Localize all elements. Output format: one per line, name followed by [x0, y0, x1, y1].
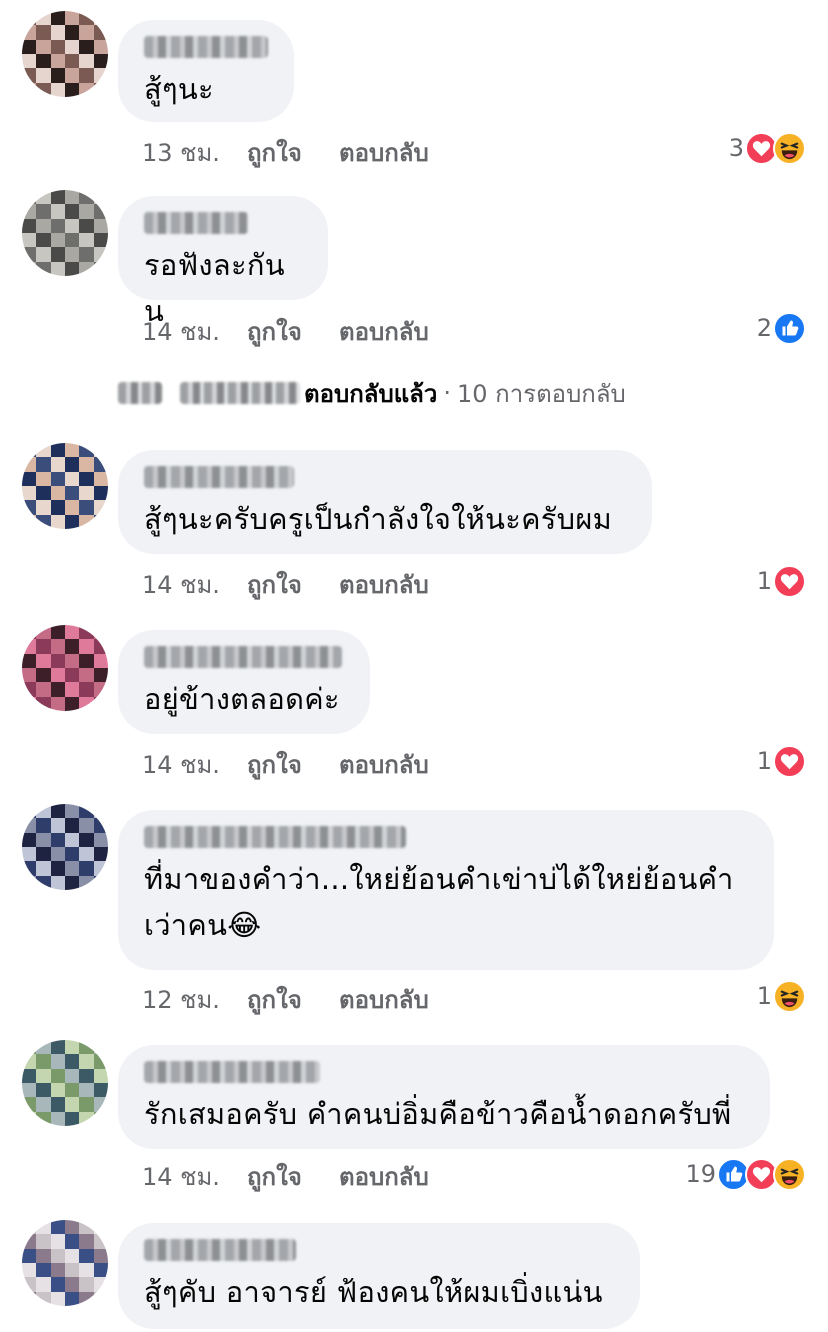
love-reaction-icon	[773, 564, 806, 598]
avatar[interactable]	[22, 804, 108, 890]
author-name-blurred[interactable]	[144, 1061, 320, 1083]
comment-text: รักเสมอครับ คำคนบ่อิ่มคือข้าวคือน้ำดอกคร…	[144, 1097, 732, 1131]
haha-reaction-icon	[773, 131, 806, 165]
reaction-count: 1	[756, 982, 772, 1010]
reaction-summary[interactable]: 1	[757, 563, 806, 599]
replier-name-blurred	[180, 382, 300, 404]
comment-meta: 14 ชม. ถูกใจ ตอบกลับ	[142, 313, 429, 349]
comment-meta: 14 ชม. ถูกใจ ตอบกลับ	[142, 566, 429, 602]
haha-reaction-icon	[773, 1157, 806, 1191]
reaction-summary[interactable]: 19	[685, 1156, 806, 1192]
author-name-blurred[interactable]	[144, 1239, 296, 1261]
reaction-count: 2	[756, 314, 772, 342]
avatar[interactable]	[22, 1220, 108, 1306]
reply-button[interactable]: ตอบกลับ	[339, 1157, 429, 1196]
comment-bubble: สู้ๆคับ อาจารย์ ฟ้องคนให้ผมเบิ่งแน่น	[118, 1223, 640, 1329]
reaction-summary[interactable]: 1	[757, 743, 806, 779]
reaction-count: 1	[756, 567, 772, 595]
avatar[interactable]	[22, 1040, 108, 1126]
reaction-summary[interactable]: 3	[729, 130, 806, 166]
reaction-count: 3	[728, 134, 744, 162]
reply-button[interactable]: ตอบกลับ	[339, 980, 429, 1019]
reply-button[interactable]: ตอบกลับ	[339, 312, 429, 351]
author-name-blurred[interactable]	[144, 826, 406, 848]
like-button[interactable]: ถูกใจ	[247, 1157, 339, 1196]
reaction-summary[interactable]: 1	[757, 978, 806, 1014]
separator: ·	[443, 379, 451, 407]
comment-bubble: รอฟังละกันน	[118, 196, 328, 328]
comment-time[interactable]: 14 ชม.	[142, 312, 247, 351]
avatar[interactable]	[22, 443, 108, 529]
like-button[interactable]: ถูกใจ	[247, 133, 339, 172]
comment-time[interactable]: 13 ชม.	[142, 133, 247, 172]
replied-label: ตอบกลับแล้ว	[304, 379, 438, 408]
reaction-summary[interactable]: 2	[757, 310, 806, 346]
avatar[interactable]	[22, 11, 108, 97]
comment-bubble: อยู่ข้างตลอดค่ะ	[118, 630, 370, 734]
comment-bubble: สู้ๆนะครับครูเป็นกำลังใจให้นะครับผม	[118, 450, 652, 554]
reply-count: 10 การตอบกลับ	[457, 379, 626, 408]
reaction-count: 19	[685, 1160, 716, 1188]
reaction-count: 1	[756, 747, 772, 775]
comment-meta: 14 ชม. ถูกใจ ตอบกลับ	[142, 746, 429, 782]
author-name-blurred[interactable]	[144, 466, 294, 488]
comment-text: ที่มาของคำว่า...ใหย่ย้อนคำเข่าบ่ได้ใหย่ย…	[144, 862, 734, 942]
reply-button[interactable]: ตอบกลับ	[339, 745, 429, 784]
like-button[interactable]: ถูกใจ	[247, 312, 339, 351]
view-replies-link[interactable]: ตอบกลับแล้ว · 10 การตอบกลับ	[118, 376, 626, 410]
avatar[interactable]	[22, 625, 108, 711]
comment-meta: 14 ชม. ถูกใจ ตอบกลับ	[142, 1158, 429, 1194]
comment-time[interactable]: 12 ชม.	[142, 980, 247, 1019]
comment-text: สู้ๆนะครับครูเป็นกำลังใจให้นะครับผม	[144, 502, 613, 536]
reply-button[interactable]: ตอบกลับ	[339, 133, 429, 172]
comment-bubble: รักเสมอครับ คำคนบ่อิ่มคือข้าวคือน้ำดอกคร…	[118, 1045, 770, 1149]
comment-bubble: ที่มาของคำว่า...ใหย่ย้อนคำเข่าบ่ได้ใหย่ย…	[118, 810, 774, 970]
haha-reaction-icon	[773, 979, 806, 1013]
love-reaction-icon	[773, 744, 806, 778]
comment-text: สู้ๆนะ	[144, 72, 214, 106]
comment-text: อยู่ข้างตลอดค่ะ	[144, 682, 340, 716]
like-button[interactable]: ถูกใจ	[247, 565, 339, 604]
author-name-blurred[interactable]	[144, 646, 342, 668]
comment-meta: 13 ชม. ถูกใจ ตอบกลับ	[142, 134, 429, 170]
avatar[interactable]	[22, 190, 108, 276]
comment-text: สู้ๆคับ อาจารย์ ฟ้องคนให้ผมเบิ่งแน่น	[144, 1275, 603, 1309]
comment-time[interactable]: 14 ชม.	[142, 745, 247, 784]
author-name-blurred[interactable]	[144, 36, 268, 58]
comment-bubble: สู้ๆนะ	[118, 20, 294, 122]
like-button[interactable]: ถูกใจ	[247, 980, 339, 1019]
reply-button[interactable]: ตอบกลับ	[339, 565, 429, 604]
author-name-blurred[interactable]	[144, 212, 248, 234]
comment-time[interactable]: 14 ชม.	[142, 1157, 247, 1196]
comment-time[interactable]: 14 ชม.	[142, 565, 247, 604]
replier-avatar-blurred	[118, 382, 162, 404]
like-reaction-icon	[773, 311, 806, 345]
comment-meta: 12 ชม. ถูกใจ ตอบกลับ	[142, 981, 429, 1017]
like-button[interactable]: ถูกใจ	[247, 745, 339, 784]
